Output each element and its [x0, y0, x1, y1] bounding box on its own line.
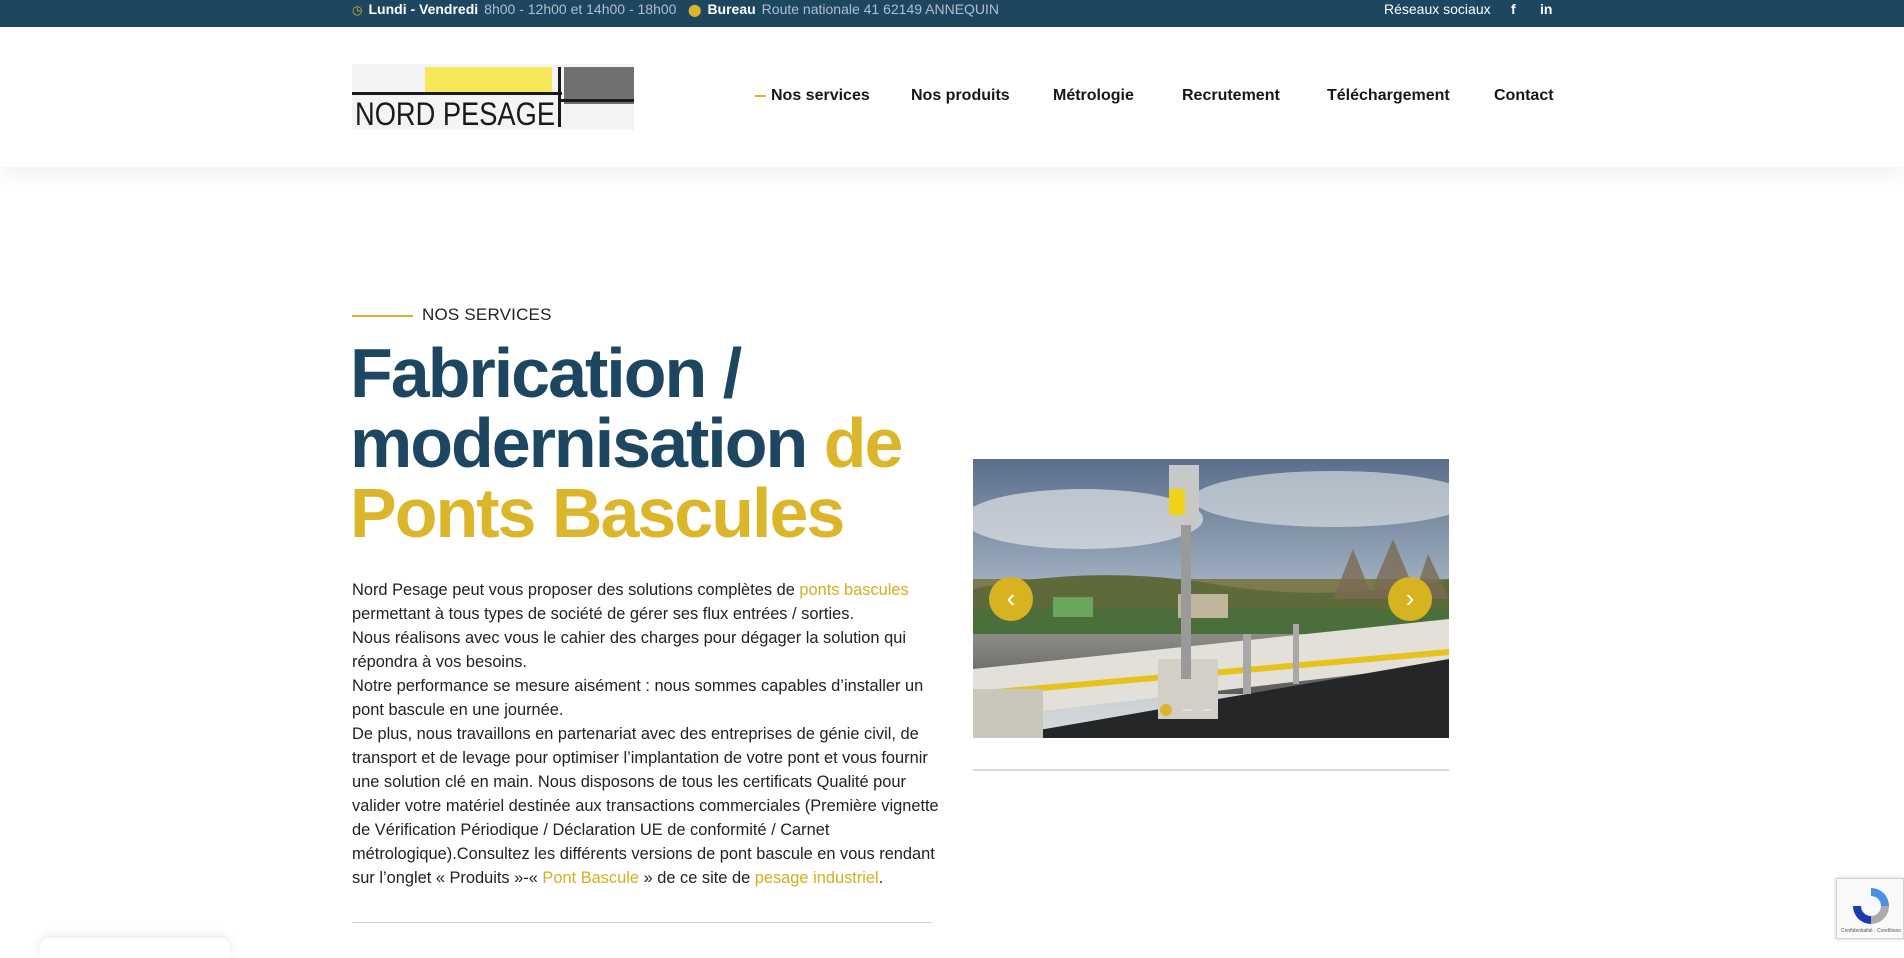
link-pesage-industriel[interactable]: pesage industriel: [755, 869, 879, 887]
svg-text:NORD PESAGE: NORD PESAGE: [355, 96, 555, 130]
hours-value: 8h00 - 12h00 et 14h00 - 18h00: [484, 1, 677, 17]
nav-nos-services[interactable]: Nos services: [755, 87, 870, 111]
recaptcha-icon: [1853, 888, 1889, 924]
slider-next-button[interactable]: ›: [1388, 577, 1432, 621]
office-address: ⬤ Bureau Route nationale 41 62149 ANNEQUIN: [688, 0, 999, 19]
services-description: Nord Pesage peut vous proposer des solut…: [352, 581, 939, 887]
site-header: NORD PESAGE Nos services Nos produits Mé…: [0, 27, 1904, 167]
nav-recrutement[interactable]: Recrutement: [1182, 87, 1280, 111]
slider-dot-active[interactable]: [1160, 704, 1172, 716]
office-label: Bureau: [707, 1, 756, 17]
title-main: Fabrication / modernisation: [350, 334, 808, 482]
link-pont-bascule[interactable]: Pont Bascule: [542, 869, 639, 887]
link-ponts-bascules[interactable]: ponts bascules: [799, 581, 908, 599]
slider-dot[interactable]: [1182, 709, 1192, 711]
chevron-right-icon: ›: [1405, 583, 1415, 613]
slider-dot[interactable]: [1202, 709, 1212, 711]
nav-metrologie[interactable]: Métrologie: [1053, 87, 1134, 111]
nav-telechargement[interactable]: Téléchargement: [1327, 87, 1450, 111]
facebook-icon[interactable]: f: [1511, 0, 1516, 19]
cookie-consent-tab[interactable]: [40, 938, 230, 958]
eyebrow-line: [352, 315, 413, 317]
content-divider: [352, 922, 932, 923]
slider-divider: [973, 769, 1449, 771]
office-value: Route nationale 41 62149 ANNEQUIN: [761, 1, 1000, 17]
section-eyebrow: NOS SERVICES: [422, 305, 552, 324]
recaptcha-text[interactable]: Confidentialité - Conditions: [1841, 928, 1901, 934]
social-label: Réseaux sociaux: [1384, 1, 1491, 17]
nav-contact[interactable]: Contact: [1494, 87, 1554, 111]
active-indicator: [755, 94, 766, 97]
nav-nos-produits[interactable]: Nos produits: [911, 87, 1010, 111]
nord-pesage-logo[interactable]: NORD PESAGE: [352, 64, 634, 132]
top-info-bar: ◷ Lundi - Vendredi 8h00 - 12h00 et 14h00 -…: [0, 0, 1904, 27]
hours-label: Lundi - Vendredi: [368, 1, 479, 17]
recaptcha-badge[interactable]: Confidentialité - Conditions: [1836, 878, 1904, 939]
linkedin-icon[interactable]: in: [1540, 0, 1552, 19]
opening-hours: ◷ Lundi - Vendredi 8h00 - 12h00 et 14h00 -…: [352, 0, 676, 19]
slider-prev-button[interactable]: ‹: [989, 577, 1033, 621]
map-pin-icon: ⬤: [688, 3, 702, 17]
clock-icon: ◷: [352, 3, 363, 17]
image-slider[interactable]: [973, 459, 1449, 738]
weighbridge-photo: [973, 459, 1449, 738]
page-title: Fabrication / modernisation de Ponts Bas…: [350, 338, 950, 548]
chevron-left-icon: ‹: [1006, 583, 1016, 613]
